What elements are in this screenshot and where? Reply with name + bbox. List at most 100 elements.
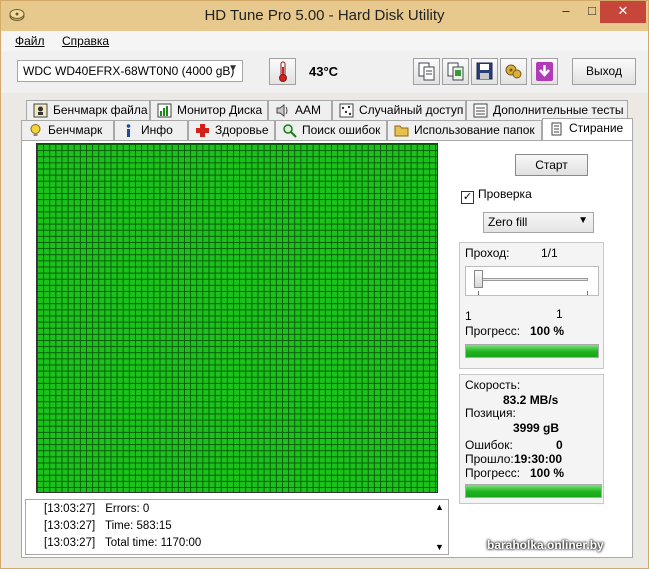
tab-folder-usage[interactable]: Использование папок	[387, 120, 542, 140]
slider-track	[474, 278, 588, 281]
log-scrollbar[interactable]: ▲ ▼	[432, 500, 448, 554]
exit-button[interactable]: Выход	[572, 58, 636, 85]
erase-method-select[interactable]: Zero fill ▼	[483, 212, 594, 233]
verify-checkbox[interactable]: ✓	[461, 191, 474, 204]
pass-progress-value: 100 %	[530, 324, 565, 338]
speed-label: Скорость:	[465, 378, 521, 392]
stats-progress-value: 100 %	[530, 466, 565, 480]
tab-random-access[interactable]: Случайный доступ	[332, 100, 466, 120]
stats-progress-fill	[466, 485, 601, 497]
menu-help-label: Справка	[62, 34, 110, 48]
errors-label: Ошибок:	[465, 438, 513, 452]
tab-label: Дополнительные тесты	[493, 103, 624, 117]
log-text: Errors: 0	[105, 503, 150, 515]
tab-label: Здоровье	[215, 123, 269, 137]
tab-aam[interactable]: AAM	[268, 100, 332, 120]
tab-health[interactable]: Здоровье	[188, 120, 275, 140]
watermark-text: baraholka.onliner.by	[487, 538, 604, 552]
stats-box: Скорость: 83.2 MB/s Позиция: 3999 gB Оши…	[459, 374, 604, 504]
erase-icon	[551, 122, 562, 136]
erase-panel: [13:03:27] Errors: 0 [13:03:27] Time: 58…	[21, 140, 633, 558]
tab-info[interactable]: Инфо	[114, 120, 188, 140]
log-entry: [13:03:27] Total time: 1170:00	[44, 537, 201, 549]
save-icon	[476, 62, 493, 80]
tab-disk-monitor[interactable]: Монитор Диска	[150, 100, 268, 120]
log-time: [13:03:27]	[44, 537, 96, 549]
pass-progress-label: Прогресс:	[465, 324, 521, 338]
title-bar[interactable]: HD Tune Pro 5.00 - Hard Disk Utility – □…	[1, 1, 648, 31]
log-text: Total time: 1170:00	[105, 537, 202, 549]
tab-label: Поиск ошибок	[302, 123, 381, 137]
slider-tick	[587, 291, 588, 295]
pass-slider[interactable]	[465, 266, 599, 296]
save-button[interactable]	[471, 58, 498, 85]
options-icon	[505, 64, 522, 79]
tab-extra-tests[interactable]: Дополнительные тесты	[466, 100, 628, 120]
download-button[interactable]	[531, 58, 558, 85]
disk-monitor-icon	[157, 103, 172, 118]
log-list[interactable]: [13:03:27] Errors: 0 [13:03:27] Time: 58…	[25, 499, 449, 555]
toolbar: WDC WD40EFRX-68WT0N0 (4000 gB) ▼ 43°C Вы…	[1, 51, 648, 93]
slider-max-label: 1	[556, 307, 563, 321]
drive-select[interactable]: WDC WD40EFRX-68WT0N0 (4000 gB) ▼	[17, 60, 243, 82]
tab-label: Монитор Диска	[177, 103, 263, 117]
options-button[interactable]	[500, 58, 527, 85]
pass-progress-fill	[466, 345, 598, 357]
tab-label: Случайный доступ	[359, 103, 464, 117]
verify-label: Проверка	[478, 187, 532, 201]
temperature-readout: 43°C	[309, 64, 339, 79]
menu-help[interactable]: Справка	[62, 34, 109, 48]
magnifier-icon	[283, 124, 297, 138]
minimize-button[interactable]: –	[553, 1, 579, 23]
position-label: Позиция:	[465, 406, 516, 420]
stats-progress-bar	[465, 484, 602, 498]
pass-box: Проход: 1/1 1 1 Прогресс: 100 %	[459, 242, 604, 369]
tab-error-scan[interactable]: Поиск ошибок	[275, 120, 387, 140]
elapsed-value: 19:30:00	[514, 452, 563, 466]
speaker-icon	[276, 104, 288, 117]
erase-method-value: Zero fill	[488, 215, 528, 229]
extra-tests-icon	[473, 103, 488, 118]
tab-benchmark[interactable]: Бенчмарк	[21, 120, 114, 140]
menu-file[interactable]: Файл	[15, 34, 45, 48]
tabs-row-bottom: Бенчмарк Инфо Здоровье Поиск ошибок Испо…	[21, 118, 633, 140]
block-map-grid	[36, 143, 438, 493]
verify-checkbox-row[interactable]: ✓ Проверка	[461, 187, 532, 204]
errors-value: 0	[556, 438, 563, 452]
benchmark-icon	[30, 124, 41, 136]
log-time: [13:03:27]	[44, 503, 96, 515]
speed-value: 83.2 MB/s	[503, 393, 559, 407]
window-title: HD Tune Pro 5.00 - Hard Disk Utility	[204, 7, 445, 24]
menu-bar: Файл Справка	[1, 31, 648, 51]
log-time: [13:03:27]	[44, 520, 96, 532]
pass-progress-bar	[465, 344, 599, 358]
scroll-up-icon[interactable]: ▲	[435, 502, 444, 512]
copy-screenshot-button[interactable]	[442, 58, 469, 85]
folder-icon	[394, 125, 409, 137]
pass-value: 1/1	[541, 246, 558, 260]
slider-thumb[interactable]	[474, 270, 483, 288]
log-entry: [13:03:27] Time: 583:15	[44, 520, 172, 532]
log-text: Time: 583:15	[105, 520, 172, 532]
stats-progress-label: Прогресс:	[465, 466, 521, 480]
copy-screenshot-icon	[447, 62, 464, 81]
start-button[interactable]: Старт	[515, 154, 588, 176]
tab-label: Использование папок	[414, 123, 535, 137]
log-entry: [13:03:27] Errors: 0	[44, 503, 149, 515]
close-button[interactable]: ✕	[600, 1, 646, 23]
app-window: HD Tune Pro 5.00 - Hard Disk Utility – □…	[0, 0, 649, 569]
position-value: 3999 gB	[513, 421, 560, 435]
chevron-down-icon: ▼	[228, 63, 238, 74]
random-access-icon	[339, 103, 354, 118]
tab-erase[interactable]: Стирание	[542, 118, 633, 140]
drive-select-value: WDC WD40EFRX-68WT0N0 (4000 gB)	[23, 64, 235, 78]
copy-info-button[interactable]	[413, 58, 440, 85]
copy-info-icon	[418, 62, 435, 81]
temperature-button[interactable]	[269, 58, 296, 85]
slider-min-label: 1	[465, 309, 472, 323]
pass-label: Проход:	[465, 246, 510, 260]
scroll-down-icon[interactable]: ▼	[435, 542, 444, 552]
tab-file-benchmark[interactable]: Бенчмарк файла	[26, 100, 150, 120]
menu-file-label: Файл	[15, 34, 45, 48]
chevron-down-icon: ▼	[578, 215, 588, 226]
